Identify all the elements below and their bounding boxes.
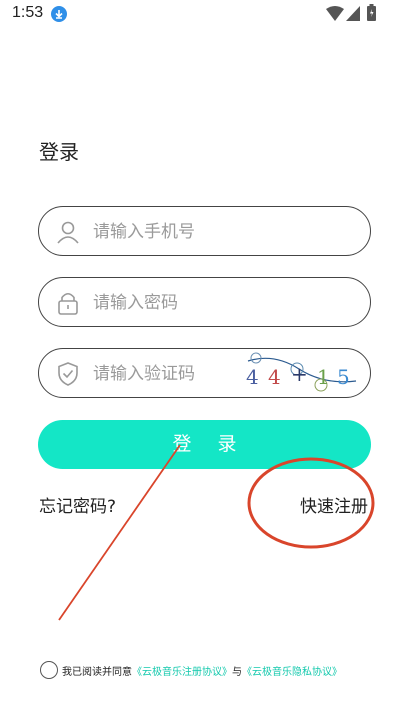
forgot-password-link[interactable]: 忘记密码? [39, 492, 116, 517]
page-title: 登录 [39, 140, 79, 164]
battery-icon [367, 4, 376, 21]
signal-icon [346, 6, 360, 21]
captcha-char: 4 [246, 365, 259, 389]
lock-icon [55, 290, 81, 316]
terms-link[interactable]: 《云极音乐注册协议》 [132, 667, 232, 678]
status-bar: 1:53 [0, 0, 409, 30]
agreement-conjunction: 与 [232, 667, 242, 678]
password-field[interactable] [38, 277, 371, 327]
phone-field[interactable] [38, 206, 371, 256]
phone-input[interactable] [93, 217, 273, 247]
captcha-char: 1 [317, 365, 330, 389]
agreement-checkbox[interactable] [40, 661, 58, 679]
captcha-char: 5 [337, 365, 350, 389]
captcha-char: + [291, 362, 308, 386]
user-icon [55, 219, 81, 245]
agreement-row: 我已阅读并同意《云极音乐注册协议》与《云极音乐隐私协议》 [40, 661, 400, 679]
annotation-arrow-line [58, 444, 181, 621]
shield-check-icon [55, 361, 81, 387]
login-button[interactable]: 登 录 [38, 420, 371, 469]
quick-register-link[interactable]: 快速注册 [300, 492, 368, 517]
privacy-link[interactable]: 《云极音乐隐私协议》 [242, 667, 342, 678]
status-time: 1:53 [12, 4, 44, 21]
agreement-prefix: 我已阅读并同意 [62, 667, 132, 678]
verification-code-field[interactable]: 4 4 + 1 5 [38, 348, 371, 398]
captcha-char: 4 [268, 365, 281, 389]
download-icon [51, 6, 67, 22]
password-input[interactable] [93, 288, 273, 318]
wifi-icon [326, 6, 344, 21]
captcha-image[interactable]: 4 4 + 1 5 [244, 351, 359, 395]
agreement-text: 我已阅读并同意《云极音乐注册协议》与《云极音乐隐私协议》 [62, 663, 342, 678]
